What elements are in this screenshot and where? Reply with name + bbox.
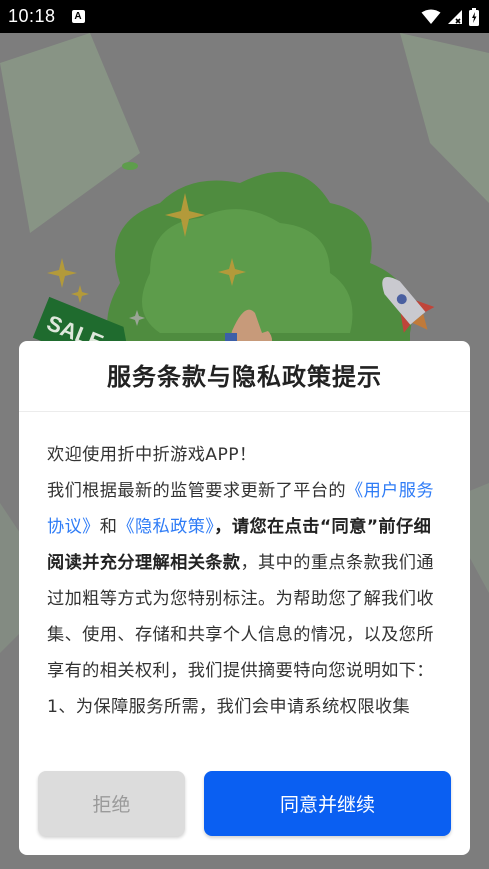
status-icons [421,7,479,26]
terms-paragraph: 我们根据最新的监管要求更新了平台的《用户服务协议》和《隐私政策》，请您在点击“同… [47,473,447,689]
agree-continue-button[interactable]: 同意并继续 [204,771,451,836]
notification-a-icon: A [71,10,85,23]
dialog-body-text[interactable]: 欢迎使用折中折游戏APP！ 我们根据最新的监管要求更新了平台的《用户服务协议》和… [47,437,447,747]
privacy-policy-link[interactable]: 《隐私政策》 [117,517,214,537]
dialog-title: 服务条款与隐私政策提示 [19,341,470,412]
privacy-dialog: 服务条款与隐私政策提示 欢迎使用折中折游戏APP！ 我们根据最新的监管要求更新了… [19,341,470,855]
wifi-icon [421,9,441,25]
permission-item-1: 1、为保障服务所需，我们会申请系统权限收集 [47,697,411,717]
terms-intro: 我们根据最新的监管要求更新了平台的 [47,481,346,501]
welcome-text: 欢迎使用折中折游戏APP！ [47,445,257,465]
signal-icon [447,9,463,25]
reject-button[interactable]: 拒绝 [38,771,185,836]
battery-icon [469,7,479,26]
and-text: 和 [99,517,118,537]
status-bar: 10:18 A [0,0,489,33]
status-time: 10:18 [8,6,56,26]
